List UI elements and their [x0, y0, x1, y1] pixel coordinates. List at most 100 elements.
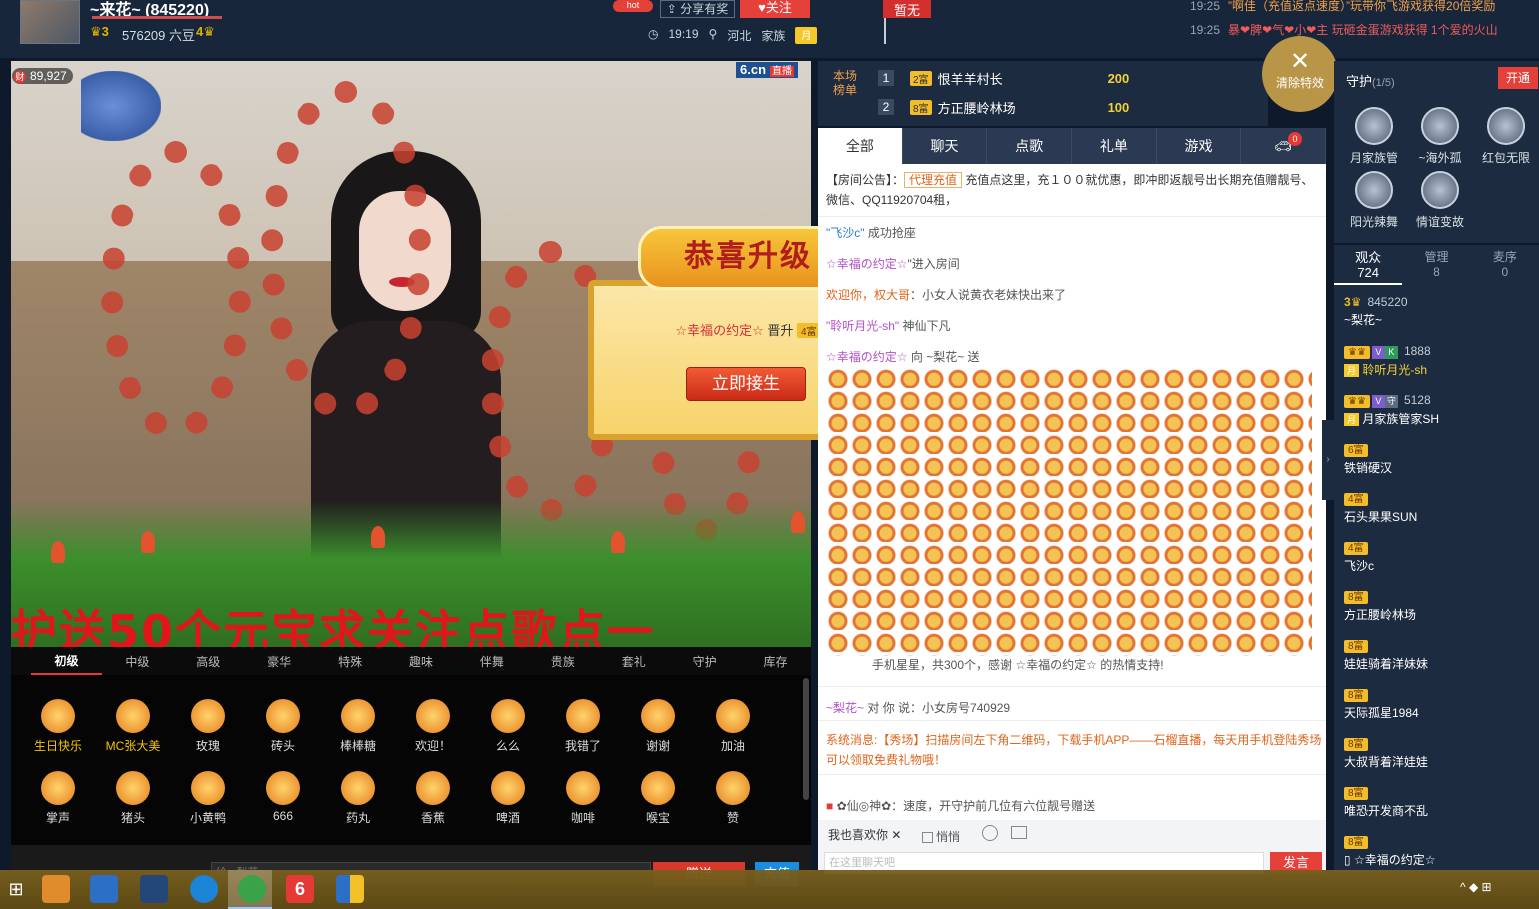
family-label: 家族 [761, 29, 786, 43]
frog-icon [41, 699, 75, 733]
gift-item[interactable]: 么么 [473, 699, 543, 754]
guard-member[interactable]: 情谊变故 [1408, 171, 1472, 230]
tab-mic-queue[interactable]: 麦序 0 [1471, 245, 1539, 285]
wealth-counter: 财 89,927 [12, 68, 73, 84]
duck-icon [191, 771, 225, 805]
avatar [1487, 107, 1525, 145]
guard-member[interactable]: 月家族管 [1342, 107, 1406, 166]
live-time: 19:19 [668, 27, 699, 41]
refresh-app-icon[interactable] [238, 875, 266, 903]
quick-reply-button[interactable]: 我也喜欢你 ✕ [824, 826, 905, 846]
follow-button[interactable]: ♥关注 [740, 0, 810, 18]
guard-member[interactable]: 红包无限 [1474, 107, 1538, 166]
site-logo: 6.cn 直播 [736, 62, 799, 78]
gift-tab[interactable]: 套礼 [598, 653, 669, 670]
guard-member[interactable]: ~海外孤 [1408, 107, 1472, 166]
audience-item[interactable]: 8富 娃娃骑着洋妹妹 [1344, 638, 1534, 672]
gift-item[interactable]: 棒棒糖 [323, 699, 393, 754]
rose-icon [191, 699, 225, 733]
audience-item[interactable]: 8富 ▯ ☆幸福の约定☆ [1344, 834, 1534, 868]
guard-member[interactable]: 阳光辣舞 [1342, 171, 1406, 230]
gift-item[interactable]: 生日快乐 [23, 699, 93, 754]
avatar [1421, 107, 1459, 145]
audience-item[interactable]: 8富 唯恐开发商不乱 [1344, 785, 1534, 819]
month-badge: 月 [795, 27, 818, 44]
gift-tab[interactable]: 初级 [31, 647, 102, 675]
tab-admins[interactable]: 管理 8 [1402, 245, 1470, 285]
private-message: ~梨花~ 对 你 说：小女房号740929 [826, 701, 1011, 715]
gift-scrollbar[interactable] [803, 678, 809, 800]
gift-item[interactable]: 加油 [698, 699, 768, 754]
agent-recharge-tag[interactable]: 代理充值 [904, 172, 963, 188]
host-avatar[interactable] [20, 0, 80, 44]
tab-audience[interactable]: 观众 724 [1334, 245, 1403, 285]
gift-app-icon[interactable] [42, 875, 70, 903]
gift-item[interactable]: 谢谢 [623, 699, 693, 754]
gift-tab[interactable]: 中级 [102, 653, 173, 670]
audience-item[interactable]: 4富 飞沙c [1344, 540, 1534, 574]
app-m-icon[interactable] [140, 875, 168, 903]
vip-badge: V [1371, 395, 1385, 408]
gift-item[interactable]: 香蕉 [398, 771, 468, 826]
audience-item[interactable]: ♛♛ V 守 5128 月 月家族管家SH [1344, 393, 1534, 427]
audience-item[interactable]: 3♛ 845220 ~梨花~ [1344, 295, 1534, 328]
gift-item[interactable]: 赞 [698, 771, 768, 826]
audience-item[interactable]: 6富 铁销硬汉 [1344, 442, 1534, 476]
clear-effects-button[interactable]: ✕ 清除特效 [1262, 36, 1338, 112]
gift-tab[interactable]: 豪华 [244, 653, 315, 670]
shield-icon[interactable] [336, 875, 364, 903]
gift-item[interactable]: 666 [248, 771, 318, 823]
gift-tab[interactable]: 贵族 [527, 653, 598, 670]
gift-tab[interactable]: 特殊 [315, 653, 386, 670]
emoji-icon[interactable] [982, 825, 998, 841]
k-app-icon[interactable] [190, 875, 218, 903]
collapse-arrow-icon[interactable]: › [1322, 420, 1334, 500]
popup-accept-button[interactable]: 立即接生 [686, 367, 806, 401]
rank-flag[interactable]: 暂无 [883, 0, 931, 18]
open-guard-button[interactable]: 开通 [1498, 67, 1538, 89]
start-icon[interactable]: ⊞ [2, 875, 30, 903]
car-tab[interactable]: 🚗︎ [1241, 128, 1327, 164]
chat-tab[interactable]: 全部 [818, 128, 903, 164]
beer-icon [491, 771, 525, 805]
audience-item[interactable]: 8富 方正腰岭林场 [1344, 589, 1534, 623]
speaker-icon: ■ [826, 799, 834, 813]
gift-item[interactable]: 我错了 [548, 699, 618, 754]
gift-item[interactable]: 欢迎！ [398, 699, 468, 754]
chat-tab[interactable]: 点歌 [987, 128, 1073, 164]
audience-item[interactable]: 4富 石头果果SUN [1344, 491, 1534, 525]
chat-tab[interactable]: 游戏 [1157, 128, 1242, 164]
lollipop-icon [341, 699, 375, 733]
gift-item[interactable]: 玫瑰 [173, 699, 243, 754]
gift-tab[interactable]: 守护 [669, 653, 740, 670]
rank-row[interactable]: 1 2富 恨羊羊村长 200 [878, 68, 1129, 88]
rank-row[interactable]: 2 8富 方正腰岭林场 100 [878, 97, 1129, 117]
rank-label[interactable]: 本场榜单 [830, 69, 860, 97]
gift-tab[interactable]: 高级 [173, 653, 244, 670]
chat-tab[interactable]: 聊天 [903, 128, 988, 164]
gift-item[interactable]: 猪头 [98, 771, 168, 826]
audience-item[interactable]: ♛♛ V K 1888 月 聆听月光-sh [1344, 344, 1534, 378]
gift-item[interactable]: 喉宝 [623, 771, 693, 826]
whisper-checkbox[interactable]: 悄悄 [922, 828, 960, 845]
share-button[interactable]: ⇪ 分享有奖 [660, 0, 735, 18]
gift-item[interactable]: 药丸 [323, 771, 393, 826]
gift-item[interactable]: 砖头 [248, 699, 318, 754]
six-app-icon[interactable]: 6 [286, 875, 314, 903]
gift-tab[interactable]: 趣味 [386, 653, 457, 670]
audience-item[interactable]: 8富 天际孤星1984 [1344, 687, 1534, 721]
gift-item[interactable]: 啤酒 [473, 771, 543, 826]
gift-item[interactable]: MC张大美 [98, 699, 168, 754]
gift-item[interactable]: 掌声 [23, 771, 93, 826]
chat-tab[interactable]: 礼单 [1072, 128, 1157, 164]
gift-tab[interactable]: 库存 [740, 653, 811, 670]
browser-icon[interactable] [90, 875, 118, 903]
gift-item[interactable]: 小黄鸭 [173, 771, 243, 826]
crown-icon: ♛ [1350, 295, 1362, 309]
audience-item[interactable]: 8富 大叔背着洋娃娃 [1344, 736, 1534, 770]
gift-item[interactable]: 咖啡 [548, 771, 618, 826]
gift-tab[interactable]: 伴舞 [456, 653, 527, 670]
system-tray[interactable]: ^ ◆ ⊞ [1460, 880, 1492, 894]
guard-title: 守护(1/5) [1346, 74, 1395, 89]
image-icon[interactable] [1011, 826, 1027, 839]
